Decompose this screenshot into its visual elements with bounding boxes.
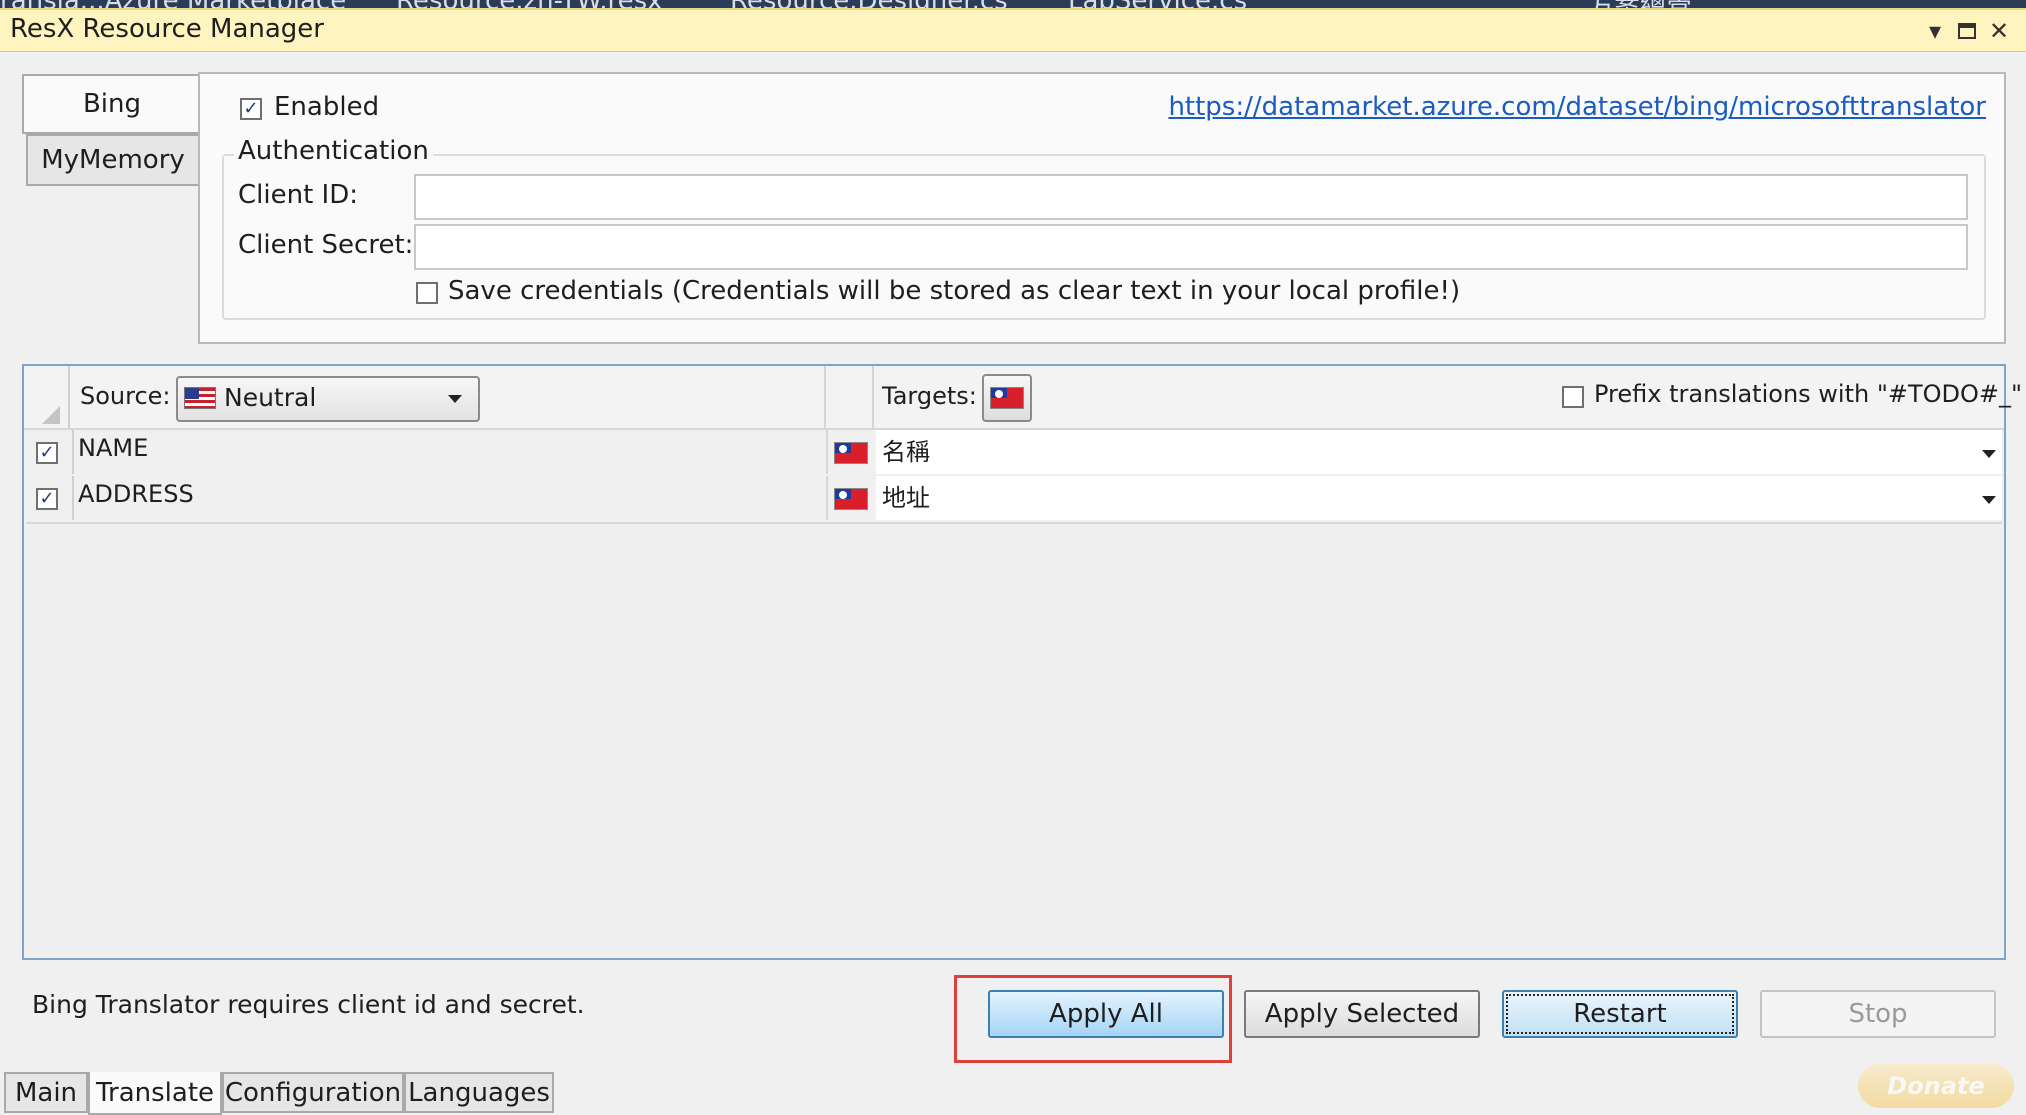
tab-languages[interactable]: Languages xyxy=(404,1072,554,1113)
taiwan-flag-icon xyxy=(990,387,1024,409)
authentication-group-title: Authentication xyxy=(234,136,433,166)
table-row[interactable]: ✓ ADDRESS 地址 xyxy=(26,476,2002,524)
apply-all-button[interactable]: Apply All xyxy=(988,990,1224,1038)
window-title: ResX Resource Manager xyxy=(10,14,324,44)
tab-label: Translate xyxy=(95,1077,215,1108)
grid-header: Source: Neutral Targets: Prefix translat… xyxy=(24,366,2022,430)
column-divider xyxy=(824,366,826,428)
translation-grid: Source: Neutral Targets: Prefix translat… xyxy=(22,364,2022,960)
select-all-corner[interactable] xyxy=(24,366,70,428)
donate-button[interactable]: Donate xyxy=(1858,1064,2014,1108)
resource-key: ADDRESS xyxy=(78,480,194,508)
target-language-button[interactable] xyxy=(982,374,1032,422)
tab-label: Main xyxy=(14,1077,78,1108)
translation-dropdown[interactable]: 名稱 xyxy=(876,430,2002,474)
dropdown-menu-icon[interactable]: ▾ xyxy=(1920,16,1950,46)
translation-dropdown[interactable]: 地址 xyxy=(876,476,2002,520)
column-divider xyxy=(872,366,874,428)
client-secret-label: Client Secret: xyxy=(238,230,414,260)
row-header[interactable]: ✓ xyxy=(26,430,74,474)
resource-key: NAME xyxy=(78,434,149,462)
tab-main[interactable]: Main xyxy=(4,1072,88,1113)
taiwan-flag-icon xyxy=(834,442,868,464)
stop-button[interactable]: Stop xyxy=(1760,990,1996,1038)
status-message: Bing Translator requires client id and s… xyxy=(32,990,585,1019)
save-credentials-checkbox[interactable] xyxy=(416,282,438,304)
tab-label: Configuration xyxy=(224,1077,402,1108)
row-select-checkbox[interactable]: ✓ xyxy=(36,442,58,464)
provider-tab-bing[interactable]: Bing xyxy=(22,74,200,134)
provider-tab-label: MyMemory xyxy=(41,145,185,175)
taiwan-flag-icon xyxy=(834,488,868,510)
row-header[interactable]: ✓ xyxy=(26,476,74,520)
translation-value: 地址 xyxy=(882,484,930,512)
translation-value: 名稱 xyxy=(882,438,930,466)
provider-tab-label: Bing xyxy=(82,89,142,119)
prefix-todo-checkbox[interactable] xyxy=(1562,386,1584,408)
source-language-dropdown[interactable]: Neutral xyxy=(176,376,480,422)
tab-label: Languages xyxy=(408,1077,550,1108)
enabled-label: Enabled xyxy=(274,92,380,122)
prefix-todo-label: Prefix translations with "#TODO#_" xyxy=(1594,380,2023,408)
enabled-checkbox[interactable]: ✓ xyxy=(240,98,262,120)
tab-configuration[interactable]: Configuration xyxy=(222,1072,404,1113)
provider-tab-mymemory[interactable]: MyMemory xyxy=(26,134,200,186)
client-id-field[interactable] xyxy=(414,174,1968,220)
save-credentials-label: Save credentials (Credentials will be st… xyxy=(448,276,1461,306)
source-language-value: Neutral xyxy=(224,383,317,412)
chevron-down-icon xyxy=(1982,450,1996,458)
source-label: Source: xyxy=(80,382,171,410)
provider-settings-panel: ✓ Enabled https://datamarket.azure.com/d… xyxy=(198,72,2006,344)
chevron-down-icon xyxy=(1982,496,1996,504)
close-icon[interactable]: ✕ xyxy=(1984,16,2014,46)
chevron-down-icon xyxy=(448,395,462,403)
client-id-label: Client ID: xyxy=(238,180,358,210)
maximize-icon[interactable] xyxy=(1952,16,1982,46)
bing-translator-link[interactable]: https://datamarket.azure.com/dataset/bin… xyxy=(1168,92,1986,122)
row-select-checkbox[interactable]: ✓ xyxy=(36,488,58,510)
apply-selected-button[interactable]: Apply Selected xyxy=(1244,990,1480,1038)
table-row[interactable]: ✓ NAME 名稱 xyxy=(26,430,2002,478)
targets-label: Targets: xyxy=(882,382,977,410)
client-secret-field[interactable] xyxy=(414,224,1968,270)
us-flag-icon xyxy=(184,387,216,409)
tab-translate[interactable]: Translate xyxy=(88,1072,222,1115)
restart-button[interactable]: Restart xyxy=(1502,990,1738,1038)
window-title-bar: ResX Resource Manager ▾ ✕ xyxy=(0,8,2026,52)
